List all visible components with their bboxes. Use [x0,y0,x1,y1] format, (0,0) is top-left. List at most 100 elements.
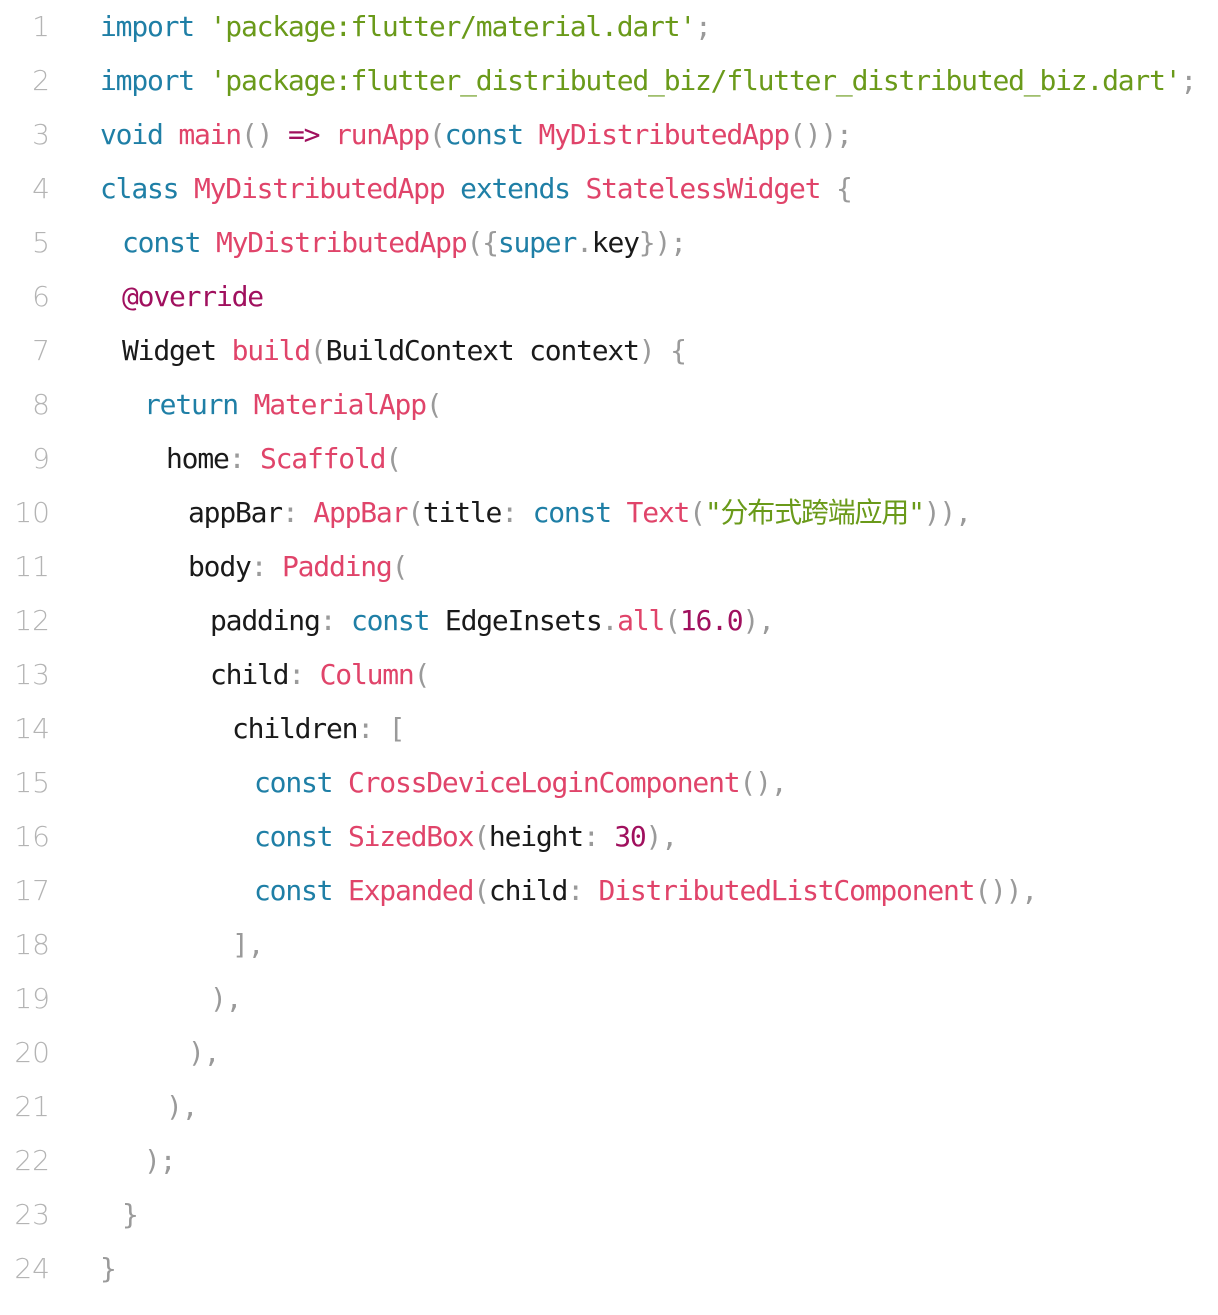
code-text: ), [188,1026,221,1080]
code-line[interactable]: 9 home: Scaffold( [0,432,1218,486]
code-line[interactable]: 3 void main() => runApp(const MyDistribut… [0,108,1218,162]
line-number: 5 [32,226,50,259]
code-text: ), [166,1080,199,1134]
line-number: 6 [32,280,50,313]
code-text: import 'package:flutter/material.dart'; [100,0,712,54]
code-token: main [178,118,242,151]
code-line[interactable]: 7 Widget build(BuildContext context) { [0,324,1218,378]
code-line[interactable]: 16 const SizedBox(height: 30), [0,810,1218,864]
code-text: import 'package:flutter_distributed_biz/… [100,54,1197,108]
code-token: ], [232,928,265,961]
code-token: Padding [281,550,393,583]
code-line[interactable]: 13 child: Column( [0,648,1218,702]
line-number: 24 [14,1252,50,1285]
code-token: ()), [974,874,1038,907]
code-text: return MaterialApp( [144,378,443,432]
code-text: } [122,1188,139,1242]
code-token: ), [210,982,243,1015]
code-text: const SizedBox(height: 30), [254,810,678,864]
code-token: DistributedListComponent [598,874,976,907]
line-number: 22 [14,1144,50,1177]
code-text: const CrossDeviceLoginComponent(), [254,756,788,810]
line-number: 4 [32,172,50,205]
code-token: )), [923,496,972,529]
code-token: CrossDeviceLoginComponent [347,766,741,799]
code-line[interactable]: 8 return MaterialApp( [0,378,1218,432]
code-token: MyDistributedApp [538,118,791,151]
code-token: child [210,658,290,691]
code-editor[interactable]: 1 import 'package:flutter/material.dart';… [0,0,1218,1315]
code-line[interactable]: 2 import 'package:flutter_distributed_biz… [0,54,1218,108]
line-number: 18 [14,928,50,961]
code-line[interactable]: 15 const CrossDeviceLoginComponent(), [0,756,1218,810]
code-token: () [240,118,274,151]
line-number: 14 [14,712,50,745]
code-line[interactable]: 20), [0,1026,1218,1080]
code-text: const MyDistributedApp({super.key}); [122,216,687,270]
code-token: const [532,496,613,529]
code-token: ( [391,550,409,583]
code-line[interactable]: 24} [0,1242,1218,1296]
line-number: 21 [14,1090,50,1123]
code-line[interactable]: 11 body: Padding( [0,540,1218,594]
code-token: child [488,874,569,907]
code-token: class [100,172,180,205]
code-token: . [576,226,593,259]
code-token: appBar [188,496,283,529]
line-number: 19 [14,982,50,1015]
code-line[interactable]: 5 const MyDistributedApp({super.key}); [0,216,1218,270]
code-line[interactable]: 12 padding: const EdgeInsets.all(16.0), [0,594,1218,648]
line-number: 12 [14,604,50,637]
code-token: ( [385,442,402,475]
code-line[interactable]: 17 const Expanded(child: DistributedListC… [0,864,1218,918]
code-token: 'package:flutter_distributed_biz/flutter… [209,64,1182,97]
line-number: 1 [32,10,50,43]
code-line[interactable]: 1 import 'package:flutter/material.dart'; [0,0,1218,54]
code-token: BuildContext context [325,334,640,367]
code-token: all [617,604,665,637]
code-line[interactable]: 6 @override [0,270,1218,324]
code-token: 'package:flutter/material.dart' [209,10,697,43]
code-token: ({ [466,226,500,259]
code-token: MyDistributedApp [193,172,446,205]
code-token: build [231,334,312,367]
code-token: padding [210,604,321,637]
code-line[interactable]: 22); [0,1134,1218,1188]
code-token: ( [413,658,431,691]
code-line[interactable]: 4 class MyDistributedApp extends Stateles… [0,162,1218,216]
code-text: const Expanded(child: DistributedListCom… [254,864,1038,918]
code-line[interactable]: 14 children: [ [0,702,1218,756]
code-token: ( [309,334,327,367]
code-token: ( [425,388,443,421]
code-text: home: Scaffold( [166,432,402,486]
code-text: @override [122,270,264,324]
code-line[interactable]: 21), [0,1080,1218,1134]
code-text: void main() => runApp(const MyDistribute… [100,108,853,162]
code-token: 30 [614,820,647,853]
code-token: ), [742,604,775,637]
code-line[interactable]: 19), [0,972,1218,1026]
line-number: 15 [14,766,50,799]
code-token: const [122,226,202,259]
code-token: home [166,442,230,475]
code-token: const [254,766,334,799]
code-text: ); [144,1134,177,1188]
code-line[interactable]: 10 appBar: AppBar(title: const Text("分布式跨… [0,486,1218,540]
code-line[interactable]: 18], [0,918,1218,972]
line-number: 23 [14,1198,50,1231]
code-token: StatelessWidget [585,172,821,205]
code-token: Column [319,658,415,691]
code-token: } [122,1198,139,1231]
code-line[interactable]: 23} [0,1188,1218,1242]
line-number: 16 [14,820,50,853]
